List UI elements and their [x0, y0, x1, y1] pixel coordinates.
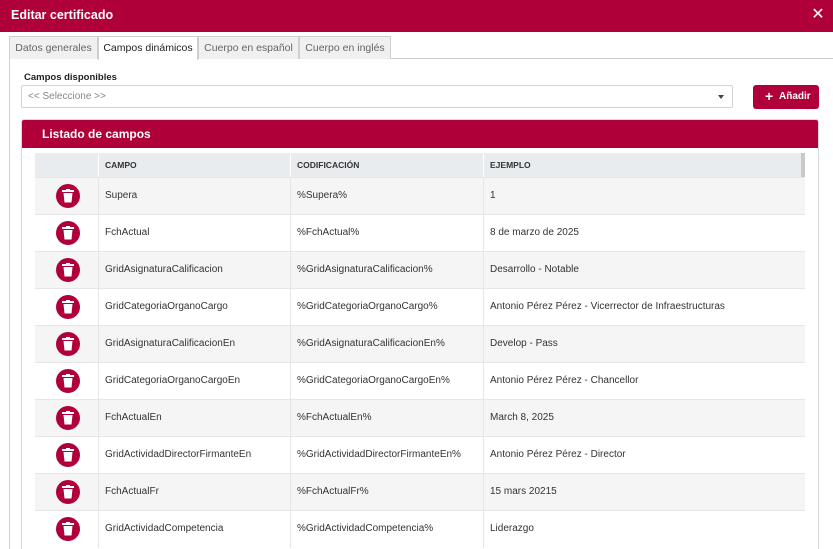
table-row: GridAsignaturaCalificacion %GridAsignatur…: [35, 251, 805, 289]
add-button[interactable]: + Añadir: [753, 85, 819, 109]
table-row: GridActividadDirectorFirmanteEn %GridActi…: [35, 436, 805, 474]
cell-codificacion: %GridCategoriaOrganoCargoEn%: [290, 363, 483, 400]
cell-campo: FchActualFr: [98, 474, 290, 511]
cell-ejemplo: 15 mars 20215: [483, 474, 805, 511]
chevron-down-icon: [718, 95, 724, 99]
tab-campos-dinamicos[interactable]: Campos dinámicos: [98, 36, 198, 60]
cell-codificacion: %Supera%: [290, 178, 483, 215]
cell-codificacion: %FchActual%: [290, 215, 483, 252]
scrollbar[interactable]: [801, 153, 805, 177]
cell-ejemplo: Desarrollo - Notable: [483, 252, 805, 289]
trash-icon[interactable]: [56, 443, 80, 467]
trash-icon[interactable]: [56, 517, 80, 541]
cell-ejemplo: Antonio Pérez Pérez - Chancellor: [483, 363, 805, 400]
table-row: GridCategoriaOrganoCargoEn %GridCategoria…: [35, 362, 805, 400]
tab-cuerpo-ingles[interactable]: Cuerpo en inglés: [299, 36, 391, 59]
trash-icon[interactable]: [56, 406, 80, 430]
cell-ejemplo: 8 de marzo de 2025: [483, 215, 805, 252]
trash-icon[interactable]: [56, 480, 80, 504]
row-actions: [35, 511, 98, 548]
cell-codificacion: %FchActualFr%: [290, 474, 483, 511]
campos-disponibles-label: Campos disponibles: [24, 72, 117, 83]
table-row: GridCategoriaOrganoCargo %GridCategoriaOr…: [35, 288, 805, 326]
cell-ejemplo: Liderazgo: [483, 511, 805, 548]
table-row: FchActualEn %FchActualEn% March 8, 2025: [35, 399, 805, 437]
tab-cuerpo-espanol[interactable]: Cuerpo en español: [198, 36, 299, 59]
cell-codificacion: %GridAsignaturaCalificacionEn%: [290, 326, 483, 363]
tab-datos-generales[interactable]: Datos generales: [9, 36, 98, 59]
table-header: CAMPO CODIFICACIÓN EJEMPLO: [35, 153, 805, 177]
col-campo[interactable]: CAMPO: [98, 153, 290, 177]
cell-ejemplo: 1: [483, 178, 805, 215]
col-codificacion[interactable]: CODIFICACIÓN: [290, 153, 483, 177]
row-actions: [35, 474, 98, 511]
trash-icon[interactable]: [56, 332, 80, 356]
col-actions: [35, 153, 98, 177]
campos-disponibles-select[interactable]: << Seleccione >>: [21, 85, 733, 108]
cell-campo: GridActividadCompetencia: [98, 511, 290, 548]
row-actions: [35, 178, 98, 215]
row-actions: [35, 215, 98, 252]
campos-panel: Campos disponibles << Seleccione >> + Añ…: [9, 59, 833, 549]
add-button-label: Añadir: [779, 91, 811, 102]
listado-title: Listado de campos: [42, 127, 151, 141]
select-value: << Seleccione >>: [28, 91, 106, 102]
cell-codificacion: %GridActividadDirectorFirmanteEn%: [290, 437, 483, 474]
trash-icon[interactable]: [56, 184, 80, 208]
table-row: FchActual %FchActual% 8 de marzo de 2025: [35, 214, 805, 252]
cell-ejemplo: Develop - Pass: [483, 326, 805, 363]
trash-icon[interactable]: [56, 295, 80, 319]
cell-codificacion: %FchActualEn%: [290, 400, 483, 437]
cell-campo: GridAsignaturaCalificacionEn: [98, 326, 290, 363]
cell-ejemplo: March 8, 2025: [483, 400, 805, 437]
cell-codificacion: %GridActividadCompetencia%: [290, 511, 483, 548]
cell-ejemplo: Antonio Pérez Pérez - Director: [483, 437, 805, 474]
cell-campo: GridCategoriaOrganoCargo: [98, 289, 290, 326]
listado-header: Listado de campos: [22, 120, 818, 148]
cell-codificacion: %GridCategoriaOrganoCargo%: [290, 289, 483, 326]
trash-icon[interactable]: [56, 221, 80, 245]
table-row: FchActualFr %FchActualFr% 15 mars 20215: [35, 473, 805, 511]
dialog-body: Datos generales Campos dinámicos Cuerpo …: [0, 32, 833, 549]
cell-campo: FchActualEn: [98, 400, 290, 437]
cell-campo: GridCategoriaOrganoCargoEn: [98, 363, 290, 400]
row-actions: [35, 363, 98, 400]
col-ejemplo[interactable]: EJEMPLO: [483, 153, 801, 177]
close-icon[interactable]: ✕: [809, 6, 827, 24]
tab-bar: Datos generales Campos dinámicos Cuerpo …: [9, 34, 833, 60]
cell-campo: Supera: [98, 178, 290, 215]
trash-icon[interactable]: [56, 369, 80, 393]
cell-codificacion: %GridAsignaturaCalificacion%: [290, 252, 483, 289]
dialog-titlebar: Editar certificado ✕: [0, 0, 833, 32]
row-actions: [35, 252, 98, 289]
row-actions: [35, 437, 98, 474]
dialog-title: Editar certificado: [11, 8, 114, 22]
table-row: Supera %Supera% 1: [35, 177, 805, 215]
row-actions: [35, 326, 98, 363]
listado-campos-box: Listado de campos CAMPO CODIFICACIÓN EJE…: [21, 119, 819, 549]
row-actions: [35, 289, 98, 326]
trash-icon[interactable]: [56, 258, 80, 282]
cell-ejemplo: Antonio Pérez Pérez - Vicerrector de Inf…: [483, 289, 805, 326]
cell-campo: GridActividadDirectorFirmanteEn: [98, 437, 290, 474]
cell-campo: FchActual: [98, 215, 290, 252]
table-row: GridActividadCompetencia %GridActividadCo…: [35, 510, 805, 548]
cell-campo: GridAsignaturaCalificacion: [98, 252, 290, 289]
plus-icon: +: [765, 88, 774, 104]
row-actions: [35, 400, 98, 437]
table-row: GridAsignaturaCalificacionEn %GridAsignat…: [35, 325, 805, 363]
